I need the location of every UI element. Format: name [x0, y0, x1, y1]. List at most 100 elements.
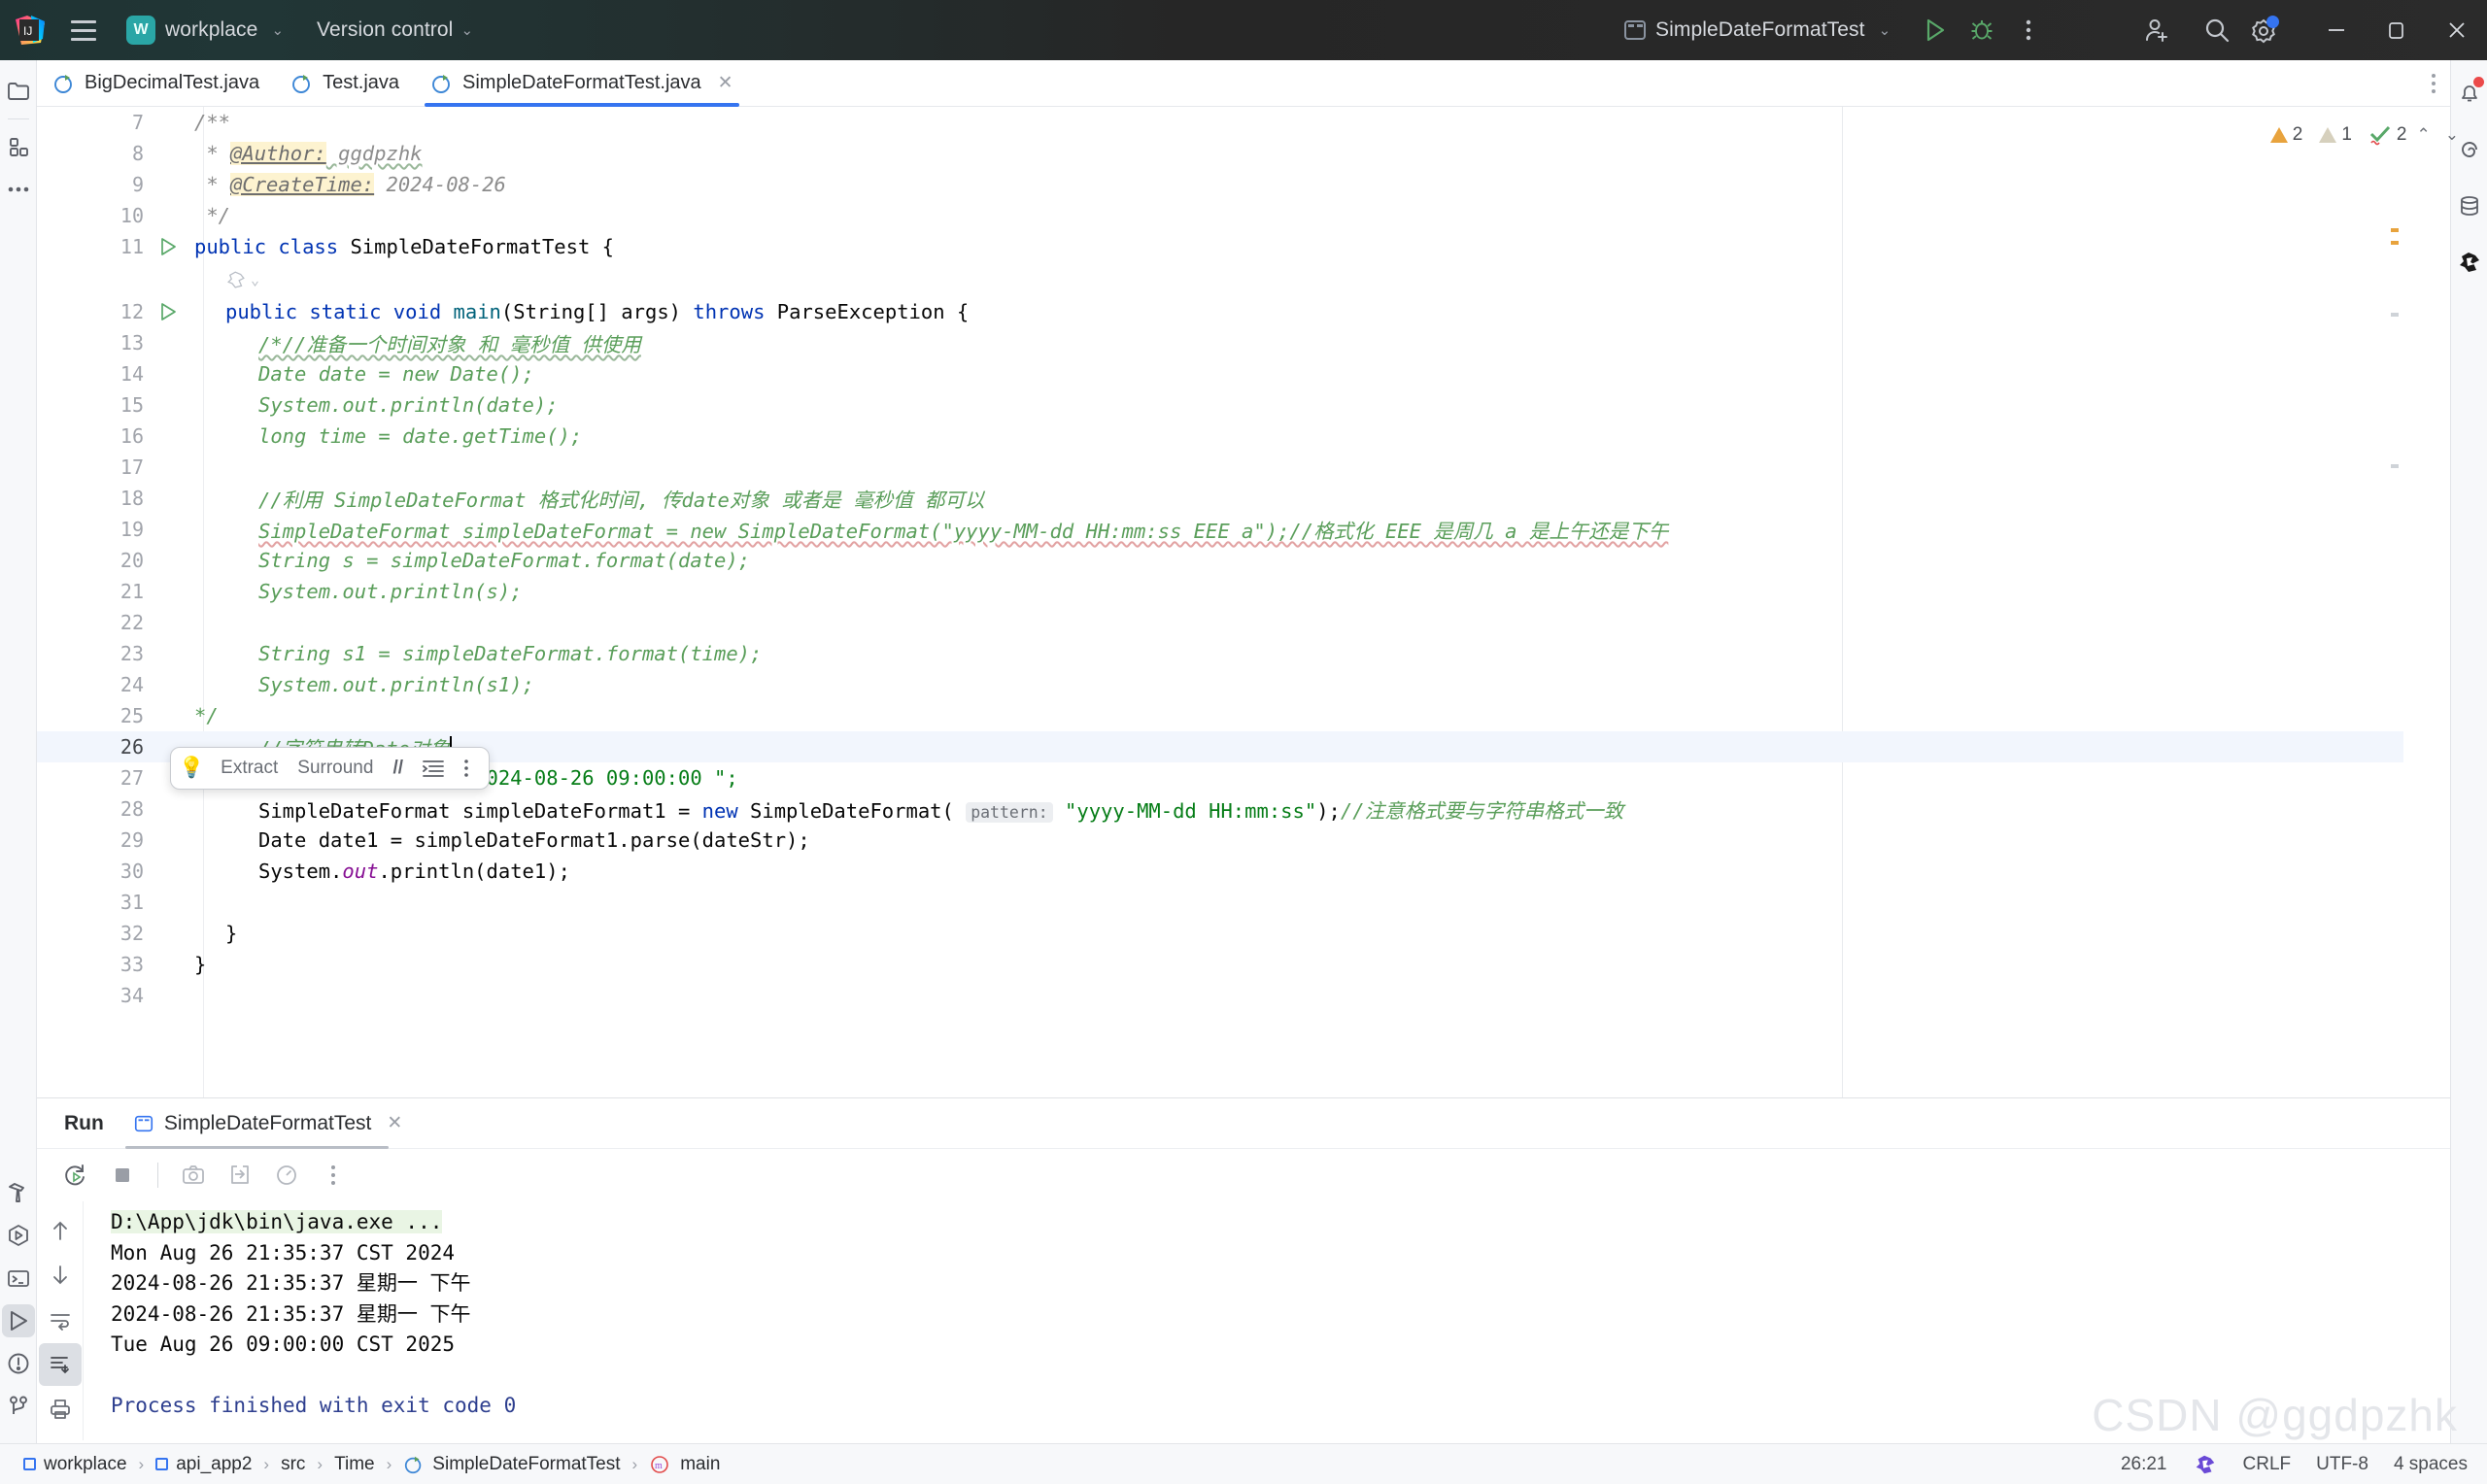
analysis-marker-lane[interactable] [2391, 107, 2399, 1097]
breadcrumb-separator: › [631, 1454, 638, 1473]
notifications-bell-icon[interactable] [2451, 72, 2487, 115]
breadcrumb-item-main[interactable]: m main [649, 1454, 720, 1475]
close-window-button[interactable] [2427, 0, 2487, 60]
breadcrumb-label: workplace [44, 1453, 127, 1474]
maximize-window-button[interactable] [2367, 0, 2427, 60]
scroll-up-icon[interactable] [39, 1209, 82, 1252]
inspections-widget[interactable]: 2 1 2 ⌃ ⌄ [2269, 124, 2464, 146]
javadoc-tag: @CreateTime: [230, 173, 375, 196]
maven-icon[interactable] [2451, 241, 2487, 284]
scroll-down-icon[interactable] [39, 1254, 82, 1297]
run-tool-window: Run SimpleDateFormatTest ✕ D:\App\jdk\bi… [37, 1097, 2450, 1443]
line-number: 29 [119, 828, 144, 852]
tab-close-icon[interactable]: ✕ [718, 72, 733, 94]
minimize-window-button[interactable] [2306, 0, 2367, 60]
sidebar-item-run-anything[interactable] [0, 1214, 37, 1257]
sidebar-item-more[interactable] [0, 168, 37, 211]
code-content[interactable]: 7 /** 8 * @Author: ggdpzhk 9 * @CreateTi… [37, 107, 2403, 1097]
sidebar-item-problems[interactable] [0, 1342, 37, 1385]
chevron-down-icon: ⌄ [460, 22, 474, 39]
chevron-down-icon[interactable]: ⌄ [2440, 125, 2464, 145]
line-separator[interactable]: CRLF [2243, 1454, 2292, 1475]
breadcrumb-item-src[interactable]: src [281, 1454, 305, 1475]
line-number: 20 [119, 549, 144, 572]
code-text: //注意格式要与字符串格式一致 [1340, 799, 1624, 823]
console-area: D:\App\jdk\bin\java.exe ... Mon Aug 26 2… [37, 1201, 2450, 1440]
lightbulb-icon[interactable]: 💡 [179, 757, 204, 780]
file-encoding[interactable]: UTF-8 [2316, 1454, 2368, 1475]
breadcrumb-item-time[interactable]: Time [334, 1454, 375, 1475]
maven-status-icon[interactable] [2193, 1452, 2218, 1477]
search-icon[interactable] [2194, 7, 2240, 53]
code-line: 20 String s = simpleDateFormat.format(da… [37, 545, 2403, 576]
line-number: 9 [131, 173, 144, 196]
chevron-down-icon[interactable]: ⌄ [251, 271, 259, 288]
java-class-icon [432, 74, 450, 93]
version-control-menu[interactable]: Version control ⌄ [317, 18, 473, 42]
gutter-run-icon[interactable] [152, 237, 185, 256]
sidebar-item-run[interactable] [0, 1299, 37, 1342]
line-number: 11 [119, 235, 144, 258]
comment-action[interactable]: // [383, 758, 413, 779]
breadcrumb-item-class[interactable]: SimpleDateFormatTest [403, 1454, 621, 1475]
debug-button[interactable] [1959, 7, 2005, 53]
breadcrumb-item-workplace[interactable]: workplace [23, 1454, 127, 1475]
main-menu-icon[interactable] [62, 11, 105, 50]
more-vertical-icon[interactable] [312, 1154, 355, 1197]
line-number: 21 [119, 580, 144, 603]
gutter-run-icon[interactable] [152, 302, 185, 321]
sidebar-item-structure[interactable] [0, 125, 37, 168]
intention-actions-popup[interactable]: 💡 Extract Surround // [170, 747, 491, 790]
scroll-to-end-icon[interactable] [38, 1343, 82, 1386]
run-configuration-selector[interactable]: SimpleDateFormatTest ⌄ [1624, 18, 1891, 42]
code-editor[interactable]: 7 /** 8 * @Author: ggdpzhk 9 * @CreateTi… [37, 107, 2403, 1097]
java-class-icon [292, 74, 311, 93]
indent-list-icon[interactable] [413, 759, 454, 777]
line-number: 23 [119, 642, 144, 665]
lane-warning-marker[interactable] [2391, 241, 2399, 245]
sidebar-item-build[interactable] [0, 1171, 37, 1214]
code-text: */ [194, 204, 231, 227]
line-number: 8 [131, 142, 144, 165]
tab-more-icon[interactable] [2431, 73, 2436, 94]
caret-position[interactable]: 26:21 [2121, 1454, 2167, 1475]
more-vertical-icon[interactable] [454, 759, 479, 778]
sidebar-item-terminal[interactable] [0, 1257, 37, 1299]
editor-tab-test[interactable]: Test.java [275, 60, 415, 107]
profiler-icon[interactable] [265, 1154, 308, 1197]
stop-icon[interactable] [101, 1154, 144, 1197]
run-config-icon [134, 1115, 153, 1131]
svg-text:m: m [655, 1461, 663, 1471]
sidebar-item-project[interactable] [0, 70, 37, 113]
run-button[interactable] [1912, 7, 1959, 53]
more-actions-button[interactable] [2005, 7, 2052, 53]
code-text: SimpleDateFormatTest { [350, 235, 614, 258]
database-icon[interactable] [2451, 185, 2487, 227]
surround-action[interactable]: Surround [288, 758, 383, 779]
breadcrumb-item-api_app2[interactable]: api_app2 [155, 1454, 252, 1475]
code-line: 28 SimpleDateFormat simpleDateFormat1 = … [37, 793, 2403, 825]
code-text: */ [194, 704, 219, 727]
rerun-icon[interactable] [54, 1154, 97, 1197]
account-add-icon[interactable] [2133, 7, 2180, 53]
console-output[interactable]: D:\App\jdk\bin\java.exe ... Mon Aug 26 2… [84, 1201, 2450, 1440]
export-icon[interactable] [219, 1154, 261, 1197]
editor-tab-simpledateformattest[interactable]: SimpleDateFormatTest.java ✕ [415, 60, 749, 107]
settings-gear-icon[interactable] [2240, 7, 2287, 53]
indent-setting[interactable]: 4 spaces [2394, 1454, 2468, 1475]
run-tab-close-icon[interactable]: ✕ [387, 1112, 402, 1134]
sidebar-item-version-control[interactable] [0, 1385, 37, 1428]
chevron-up-icon[interactable]: ⌃ [2412, 125, 2436, 145]
lane-warning-marker[interactable] [2391, 228, 2399, 232]
extract-action[interactable]: Extract [211, 758, 288, 779]
project-selector[interactable]: W workplace ⌄ [126, 16, 284, 45]
run-session-tab[interactable]: SimpleDateFormatTest ✕ [124, 1098, 407, 1149]
soft-wrap-icon[interactable] [39, 1298, 82, 1341]
lane-typo-marker[interactable] [2391, 464, 2399, 468]
screenshot-camera-icon[interactable] [172, 1154, 215, 1197]
print-icon[interactable] [39, 1388, 82, 1431]
lane-typo-marker[interactable] [2391, 313, 2399, 317]
code-text: System.out.println(date); [258, 393, 559, 417]
editor-tab-bigdecimaltest[interactable]: BigDecimalTest.java [37, 60, 275, 107]
